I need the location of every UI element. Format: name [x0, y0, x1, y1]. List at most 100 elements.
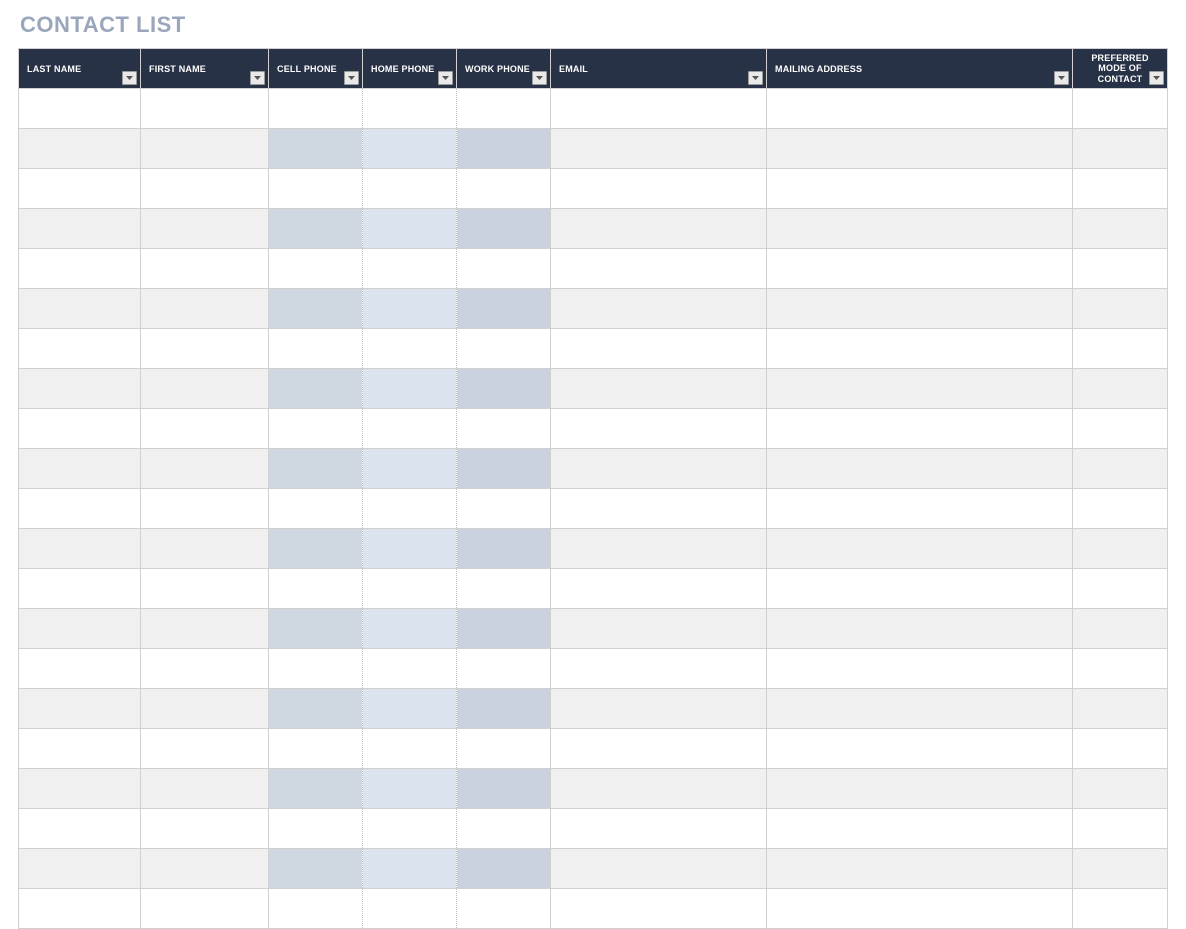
cell-home-phone[interactable] [363, 769, 457, 809]
cell-cell-phone[interactable] [269, 169, 363, 209]
filter-dropdown-icon[interactable] [438, 71, 453, 85]
cell-cell-phone[interactable] [269, 289, 363, 329]
cell-last-name[interactable] [19, 289, 141, 329]
cell-mailing-address[interactable] [767, 649, 1073, 689]
cell-first-name[interactable] [141, 809, 269, 849]
cell-last-name[interactable] [19, 409, 141, 449]
cell-preferred-mode[interactable] [1073, 689, 1168, 729]
cell-email[interactable] [551, 609, 767, 649]
cell-mailing-address[interactable] [767, 449, 1073, 489]
filter-dropdown-icon[interactable] [532, 71, 547, 85]
cell-work-phone[interactable] [457, 129, 551, 169]
cell-mailing-address[interactable] [767, 289, 1073, 329]
cell-email[interactable] [551, 369, 767, 409]
cell-mailing-address[interactable] [767, 569, 1073, 609]
cell-cell-phone[interactable] [269, 369, 363, 409]
cell-first-name[interactable] [141, 569, 269, 609]
column-header-cell-phone[interactable]: CELL PHONE [269, 49, 363, 89]
cell-email[interactable] [551, 249, 767, 289]
cell-email[interactable] [551, 849, 767, 889]
cell-preferred-mode[interactable] [1073, 809, 1168, 849]
cell-home-phone[interactable] [363, 129, 457, 169]
cell-first-name[interactable] [141, 89, 269, 129]
cell-cell-phone[interactable] [269, 129, 363, 169]
cell-last-name[interactable] [19, 489, 141, 529]
cell-first-name[interactable] [141, 329, 269, 369]
cell-last-name[interactable] [19, 249, 141, 289]
cell-preferred-mode[interactable] [1073, 89, 1168, 129]
cell-cell-phone[interactable] [269, 89, 363, 129]
cell-mailing-address[interactable] [767, 769, 1073, 809]
cell-mailing-address[interactable] [767, 409, 1073, 449]
cell-email[interactable] [551, 649, 767, 689]
cell-last-name[interactable] [19, 649, 141, 689]
column-header-first-name[interactable]: FIRST NAME [141, 49, 269, 89]
cell-last-name[interactable] [19, 89, 141, 129]
cell-preferred-mode[interactable] [1073, 609, 1168, 649]
cell-email[interactable] [551, 409, 767, 449]
filter-dropdown-icon[interactable] [250, 71, 265, 85]
cell-last-name[interactable] [19, 209, 141, 249]
cell-mailing-address[interactable] [767, 329, 1073, 369]
cell-cell-phone[interactable] [269, 329, 363, 369]
cell-home-phone[interactable] [363, 449, 457, 489]
cell-last-name[interactable] [19, 529, 141, 569]
cell-home-phone[interactable] [363, 289, 457, 329]
cell-first-name[interactable] [141, 289, 269, 329]
cell-home-phone[interactable] [363, 649, 457, 689]
cell-mailing-address[interactable] [767, 489, 1073, 529]
cell-mailing-address[interactable] [767, 169, 1073, 209]
cell-first-name[interactable] [141, 729, 269, 769]
cell-home-phone[interactable] [363, 409, 457, 449]
cell-first-name[interactable] [141, 769, 269, 809]
cell-mailing-address[interactable] [767, 849, 1073, 889]
cell-preferred-mode[interactable] [1073, 409, 1168, 449]
cell-cell-phone[interactable] [269, 529, 363, 569]
cell-cell-phone[interactable] [269, 249, 363, 289]
cell-mailing-address[interactable] [767, 729, 1073, 769]
cell-work-phone[interactable] [457, 209, 551, 249]
cell-last-name[interactable] [19, 769, 141, 809]
cell-cell-phone[interactable] [269, 689, 363, 729]
cell-work-phone[interactable] [457, 649, 551, 689]
cell-email[interactable] [551, 129, 767, 169]
cell-email[interactable] [551, 809, 767, 849]
cell-work-phone[interactable] [457, 529, 551, 569]
cell-first-name[interactable] [141, 689, 269, 729]
column-header-preferred-mode[interactable]: PREFERRED MODE OF CONTACT [1073, 49, 1168, 89]
cell-last-name[interactable] [19, 609, 141, 649]
cell-home-phone[interactable] [363, 689, 457, 729]
cell-mailing-address[interactable] [767, 529, 1073, 569]
cell-work-phone[interactable] [457, 729, 551, 769]
cell-mailing-address[interactable] [767, 809, 1073, 849]
filter-dropdown-icon[interactable] [344, 71, 359, 85]
cell-email[interactable] [551, 529, 767, 569]
cell-home-phone[interactable] [363, 809, 457, 849]
cell-preferred-mode[interactable] [1073, 249, 1168, 289]
cell-first-name[interactable] [141, 129, 269, 169]
cell-work-phone[interactable] [457, 609, 551, 649]
cell-home-phone[interactable] [363, 329, 457, 369]
cell-preferred-mode[interactable] [1073, 169, 1168, 209]
cell-mailing-address[interactable] [767, 209, 1073, 249]
cell-mailing-address[interactable] [767, 129, 1073, 169]
cell-last-name[interactable] [19, 809, 141, 849]
cell-mailing-address[interactable] [767, 249, 1073, 289]
cell-home-phone[interactable] [363, 169, 457, 209]
cell-preferred-mode[interactable] [1073, 129, 1168, 169]
cell-last-name[interactable] [19, 849, 141, 889]
cell-cell-phone[interactable] [269, 729, 363, 769]
cell-first-name[interactable] [141, 449, 269, 489]
cell-first-name[interactable] [141, 609, 269, 649]
cell-cell-phone[interactable] [269, 489, 363, 529]
cell-cell-phone[interactable] [269, 409, 363, 449]
cell-last-name[interactable] [19, 729, 141, 769]
filter-dropdown-icon[interactable] [1149, 71, 1164, 85]
cell-work-phone[interactable] [457, 369, 551, 409]
cell-email[interactable] [551, 289, 767, 329]
cell-preferred-mode[interactable] [1073, 209, 1168, 249]
cell-work-phone[interactable] [457, 489, 551, 529]
cell-preferred-mode[interactable] [1073, 449, 1168, 489]
cell-last-name[interactable] [19, 129, 141, 169]
cell-email[interactable] [551, 769, 767, 809]
